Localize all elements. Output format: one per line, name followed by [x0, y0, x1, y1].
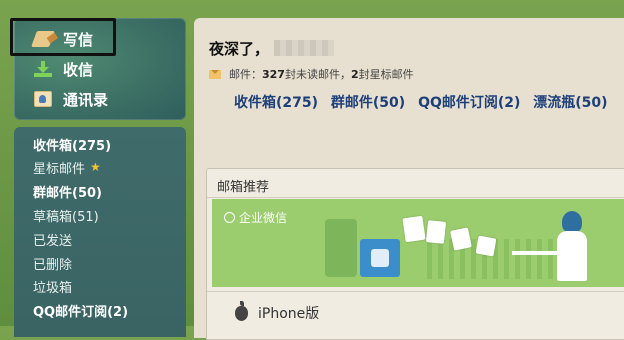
document-icon — [475, 235, 497, 257]
envelope-icon — [209, 69, 221, 79]
banner-decoration — [427, 239, 567, 279]
document-icon — [425, 220, 447, 244]
iphone-label: iPhone版 — [258, 306, 320, 322]
wework-logo-icon — [224, 212, 235, 223]
folder-spam[interactable]: 垃圾箱 — [33, 276, 72, 296]
folder-label: 草稿箱(51) — [33, 209, 99, 225]
divider — [207, 197, 624, 198]
unread-count: 327 — [262, 67, 285, 81]
folder-label: QQ邮件订阅(2) — [33, 304, 129, 320]
apple-icon — [235, 300, 248, 321]
recommend-box: 邮箱推荐 企业微信 iPhone版 — [206, 168, 624, 340]
folder-starred[interactable]: 星标邮件 ★ — [33, 157, 101, 177]
quick-link-group[interactable]: 群邮件(50) — [331, 95, 405, 111]
folder-drafts[interactable]: 草稿箱(51) — [33, 205, 99, 225]
folder-label: 垃圾箱 — [33, 280, 73, 296]
contact-card-icon — [34, 91, 52, 107]
quick-link-drift-bottle[interactable]: 漂流瓶(50) — [533, 95, 607, 111]
star-text: 封星标邮件 — [358, 68, 414, 81]
person-body-illustration — [557, 231, 587, 281]
iphone-app-link[interactable]: iPhone版 — [235, 300, 320, 323]
folder-label: 收件箱(275) — [33, 138, 112, 154]
folder-group-mail[interactable]: 群邮件(50) — [33, 181, 102, 201]
quick-links: 收件箱(275) 群邮件(50) QQ邮件订阅(2) 漂流瓶(50) — [234, 92, 616, 112]
phone-illustration — [325, 219, 357, 277]
folder-deleted[interactable]: 已删除 — [33, 253, 72, 273]
inbox-label: 收信 — [63, 60, 94, 79]
mail-summary: 邮件： 327 封未读邮件， 2 封星标邮件 — [209, 66, 414, 82]
write-highlight-box — [10, 18, 116, 56]
contacts-button[interactable]: 通讯录 — [14, 84, 186, 114]
folder-label: 已发送 — [33, 233, 73, 249]
person-illustration — [562, 211, 582, 233]
username-redacted — [274, 40, 334, 56]
star-icon: ★ — [90, 160, 101, 174]
document-icon — [450, 227, 472, 251]
quick-link-subscriptions[interactable]: QQ邮件订阅(2) — [418, 95, 520, 111]
main-panel: 夜深了， 邮件： 327 封未读邮件， 2 封星标邮件 收件箱(275) 群邮件… — [194, 18, 624, 340]
folder-label: 群邮件(50) — [33, 185, 102, 201]
mail-prefix: 邮件： — [229, 68, 262, 81]
folder-label: 已删除 — [33, 257, 73, 273]
divider — [207, 291, 624, 292]
folder-subscriptions[interactable]: QQ邮件订阅(2) — [33, 300, 128, 320]
greeting: 夜深了， — [209, 40, 270, 58]
database-icon — [360, 239, 400, 277]
recommend-title: 邮箱推荐 — [217, 180, 270, 195]
wework-banner[interactable]: 企业微信 — [212, 199, 624, 287]
folder-sent[interactable]: 已发送 — [33, 229, 72, 249]
star-count: 2 — [350, 67, 359, 81]
quick-link-inbox[interactable]: 收件箱(275) — [234, 95, 318, 111]
sidebar-folders: 收件箱(275) 星标邮件 ★ 群邮件(50) 草稿箱(51) 已发送 已删除 … — [14, 127, 186, 337]
document-icon — [402, 215, 426, 243]
wework-text: 企业微信 — [239, 211, 288, 225]
folder-inbox[interactable]: 收件箱(275) — [33, 134, 111, 154]
contacts-label: 通讯录 — [63, 90, 109, 109]
download-icon — [34, 61, 52, 77]
unread-text: 封未读邮件， — [284, 68, 351, 81]
wework-label: 企业微信 — [224, 209, 287, 226]
folder-label: 星标邮件 — [33, 161, 86, 177]
inbox-button[interactable]: 收信 — [14, 54, 186, 84]
